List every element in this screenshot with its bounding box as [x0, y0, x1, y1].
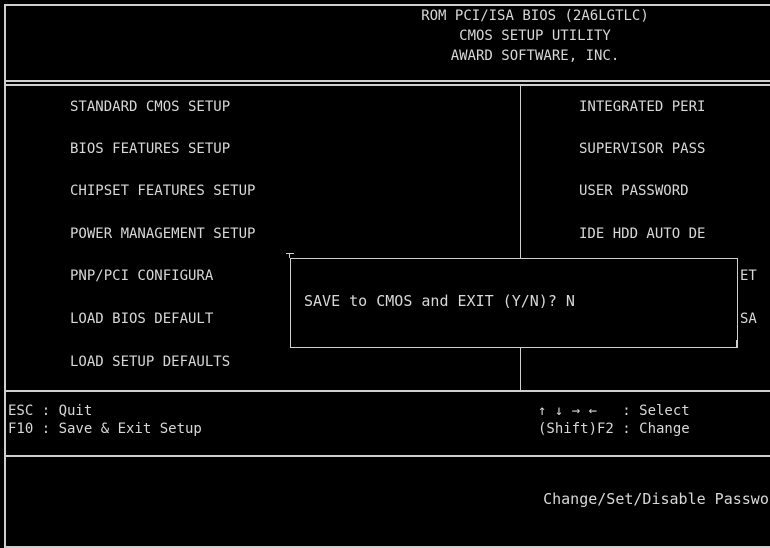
- dialog-corner-mark-bottom: [736, 340, 737, 348]
- vendor-title: AWARD SOFTWARE, INC.: [450, 48, 620, 64]
- menu-item-pnp-pci-configuration[interactable]: PNP/PCI CONFIGURA: [70, 266, 213, 286]
- menu-item-ide-hdd-auto-detection[interactable]: IDE HDD AUTO DE: [579, 224, 705, 244]
- item-description: Change/Set/Disable Password: [543, 490, 770, 508]
- menu-item-power-management-setup[interactable]: POWER MANAGEMENT SETUP: [70, 224, 255, 244]
- menu-item-bios-features-setup[interactable]: BIOS FEATURES SETUP: [70, 139, 230, 159]
- menu-item-chipset-features-setup[interactable]: CHIPSET FEATURES SETUP: [70, 181, 255, 201]
- help-arrows-select: ↑ ↓ → ← : Select: [538, 403, 690, 419]
- header-separator: [6, 80, 770, 82]
- bios-version-title: ROM PCI/ISA BIOS (2A6LGTLC): [421, 8, 649, 24]
- help-footer-separator: [6, 455, 770, 457]
- menu-item-user-password[interactable]: USER PASSWORD: [579, 181, 689, 201]
- menu-item-supervisor-password[interactable]: SUPERVISOR PASS: [579, 139, 705, 159]
- menu-frame-top: [6, 84, 770, 86]
- menu-help-separator: [6, 390, 770, 392]
- help-shift-f2-change: (Shift)F2 : Change: [538, 421, 690, 437]
- menu-item-load-setup-defaults[interactable]: LOAD SETUP DEFAULTS: [70, 352, 230, 372]
- save-exit-prompt[interactable]: SAVE to CMOS and EXIT (Y/N)? N: [304, 291, 575, 311]
- menu-item-right-partial-et[interactable]: ET: [740, 266, 757, 286]
- help-esc-quit: ESC : Quit: [8, 403, 93, 419]
- help-f10-save-exit: F10 : Save & Exit Setup: [8, 421, 202, 437]
- utility-title: CMOS SETUP UTILITY: [459, 28, 611, 44]
- menu-item-standard-cmos-setup[interactable]: STANDARD CMOS SETUP: [70, 97, 230, 117]
- dialog-corner-mark-top-stem: [289, 253, 290, 258]
- menu-item-load-bios-defaults[interactable]: LOAD BIOS DEFAULT: [70, 309, 213, 329]
- menu-item-integrated-peripherals[interactable]: INTEGRATED PERI: [579, 97, 705, 117]
- save-exit-dialog[interactable]: SAVE to CMOS and EXIT (Y/N)? N: [290, 258, 738, 348]
- menu-item-right-partial-sa[interactable]: SA: [740, 309, 757, 329]
- dialog-corner-mark-top: [286, 253, 294, 254]
